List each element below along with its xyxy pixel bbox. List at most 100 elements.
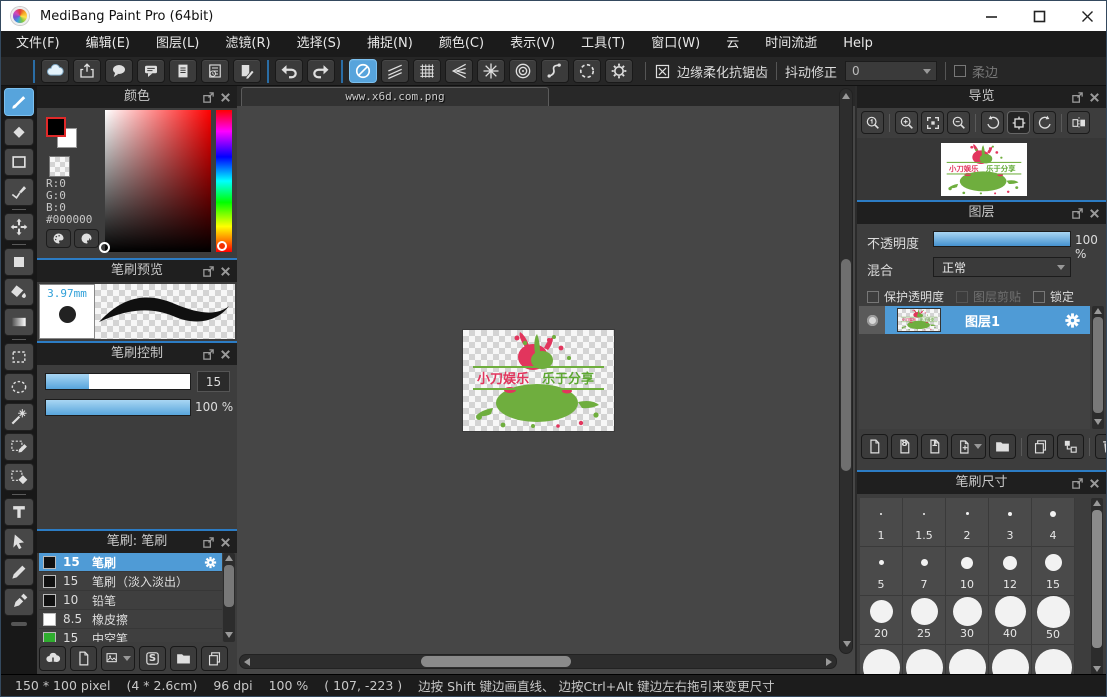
brush-size-cell[interactable]: 30 [946, 596, 989, 645]
stabilizer-dropdown[interactable]: 0 [845, 61, 937, 81]
comment-button[interactable] [105, 59, 133, 83]
transparent-color-swatch[interactable] [49, 156, 70, 177]
brush-new-button[interactable] [70, 646, 97, 671]
snap-vanishing-point-button[interactable] [445, 59, 473, 83]
protect-alpha-checkbox[interactable] [867, 291, 879, 303]
brush-size-cell[interactable]: 1 [860, 498, 903, 547]
hue-selector[interactable] [217, 241, 227, 251]
palette-button[interactable] [46, 229, 71, 248]
navigator-viewport[interactable] [857, 138, 1106, 200]
scrollbar-thumb[interactable] [1092, 510, 1102, 648]
brush-size-cell[interactable]: 4 [1032, 498, 1075, 547]
menu-layer[interactable]: 图层(L) [143, 31, 212, 57]
brush-opacity-slider[interactable] [45, 399, 191, 416]
tool-bucket[interactable] [4, 278, 34, 306]
brush-size-cell[interactable] [946, 645, 989, 674]
scroll-down-arrow[interactable] [225, 632, 233, 638]
menu-window[interactable]: 窗口(W) [638, 31, 713, 57]
brush-size-cell[interactable]: 3 [989, 498, 1032, 547]
protect-alpha-group[interactable]: 保护透明度 [867, 288, 944, 305]
scroll-up-arrow[interactable] [1093, 500, 1101, 506]
brush-size-cell[interactable] [1032, 645, 1075, 674]
canvas-vertical-scrollbar[interactable] [839, 88, 853, 654]
brush-folder-button[interactable] [170, 646, 197, 671]
scrollbar-thumb[interactable] [421, 656, 571, 667]
navigator-thumbnail[interactable] [941, 143, 1027, 196]
menu-snap[interactable]: 捕捉(N) [354, 31, 426, 57]
foreground-color-swatch[interactable] [46, 117, 66, 137]
menu-help[interactable]: Help [830, 31, 886, 57]
document-tab[interactable]: www.x6d.com.png [241, 87, 549, 106]
tool-select-rect[interactable] [4, 343, 34, 371]
brush-size-cell[interactable]: 50 [1032, 596, 1075, 645]
close-icon[interactable] [219, 265, 232, 278]
scrollbar-thumb[interactable] [1093, 317, 1103, 413]
snap-concentric-button[interactable] [509, 59, 537, 83]
layer-visibility-toggle[interactable] [859, 306, 885, 334]
new-1bit-layer-button[interactable]: 1 [921, 434, 948, 459]
clipping-checkbox[interactable] [956, 291, 968, 303]
tool-select-eraser[interactable] [4, 463, 34, 491]
canvas-horizontal-scrollbar[interactable] [239, 654, 837, 669]
close-icon[interactable] [1088, 91, 1101, 104]
brush-size-cell[interactable]: 15 [1032, 547, 1075, 596]
blend-mode-dropdown[interactable]: 正常 [933, 257, 1071, 277]
popout-icon[interactable] [1071, 477, 1084, 490]
brush-size-cell[interactable]: 20 [860, 596, 903, 645]
undo-button[interactable] [275, 59, 303, 83]
scroll-right-arrow[interactable] [826, 658, 832, 666]
popout-icon[interactable] [202, 536, 215, 549]
tool-polyline[interactable] [4, 178, 34, 206]
lock-checkbox[interactable] [1033, 291, 1045, 303]
layer-settings-gear-icon[interactable] [1063, 311, 1082, 330]
brush-item[interactable]: 15 中空笔 [39, 629, 222, 642]
close-icon[interactable] [219, 536, 232, 549]
brush-size-cell[interactable]: 25 [903, 596, 946, 645]
snap-radial-button[interactable] [477, 59, 505, 83]
brush-size-cell[interactable] [860, 645, 903, 674]
close-button[interactable] [1076, 5, 1098, 27]
tool-brush[interactable] [4, 88, 34, 116]
scroll-left-arrow[interactable] [244, 658, 250, 666]
soft-edge-checkbox[interactable] [954, 65, 966, 77]
tool-strip-scroll-nub[interactable] [11, 622, 27, 626]
brush-size-cell[interactable] [903, 645, 946, 674]
popout-icon[interactable] [1071, 91, 1084, 104]
palette-add-button[interactable] [74, 229, 99, 248]
popout-icon[interactable] [202, 348, 215, 361]
redo-button[interactable] [307, 59, 335, 83]
merge-layer-button[interactable] [1057, 434, 1084, 459]
menu-color[interactable]: 颜色(C) [426, 31, 497, 57]
brush-size-cell[interactable]: 1.5 [903, 498, 946, 547]
snap-curve-button[interactable] [541, 59, 569, 83]
scrollbar-thumb[interactable] [841, 259, 851, 471]
reset-rotation-button[interactable] [1007, 111, 1030, 134]
tool-text[interactable] [4, 498, 34, 526]
delete-layer-button[interactable] [1095, 434, 1106, 459]
canvas-image[interactable] [463, 330, 614, 431]
tool-figure[interactable] [4, 148, 34, 176]
snap-grid-button[interactable] [413, 59, 441, 83]
rotate-cw-button[interactable] [1033, 111, 1056, 134]
brush-item[interactable]: 15 笔刷（淡入淡出） [39, 572, 222, 591]
saturation-square[interactable] [105, 110, 211, 252]
export-button[interactable] [73, 59, 101, 83]
menu-select[interactable]: 选择(S) [284, 31, 354, 57]
menu-view[interactable]: 表示(V) [497, 31, 568, 57]
layer-list-scrollbar[interactable] [1092, 306, 1104, 429]
tool-select-pen[interactable] [4, 433, 34, 461]
popout-icon[interactable] [1071, 207, 1084, 220]
canvas-area[interactable]: www.x6d.com.png [237, 86, 855, 674]
tool-operation[interactable] [4, 528, 34, 556]
brush-size-slider[interactable] [45, 373, 191, 390]
close-icon[interactable] [219, 348, 232, 361]
brush-item[interactable]: 8.5 橡皮擦 [39, 610, 222, 629]
brush-size-cell[interactable]: 40 [989, 596, 1032, 645]
document-edit-button[interactable] [233, 59, 261, 83]
new-8bit-layer-button[interactable]: 8 [891, 434, 918, 459]
brush-size-cell[interactable]: 12 [989, 547, 1032, 596]
saturation-selector[interactable] [99, 242, 110, 253]
tool-pen[interactable] [4, 558, 34, 586]
layer-row[interactable]: 图层1 [859, 306, 1090, 334]
popout-icon[interactable] [202, 91, 215, 104]
